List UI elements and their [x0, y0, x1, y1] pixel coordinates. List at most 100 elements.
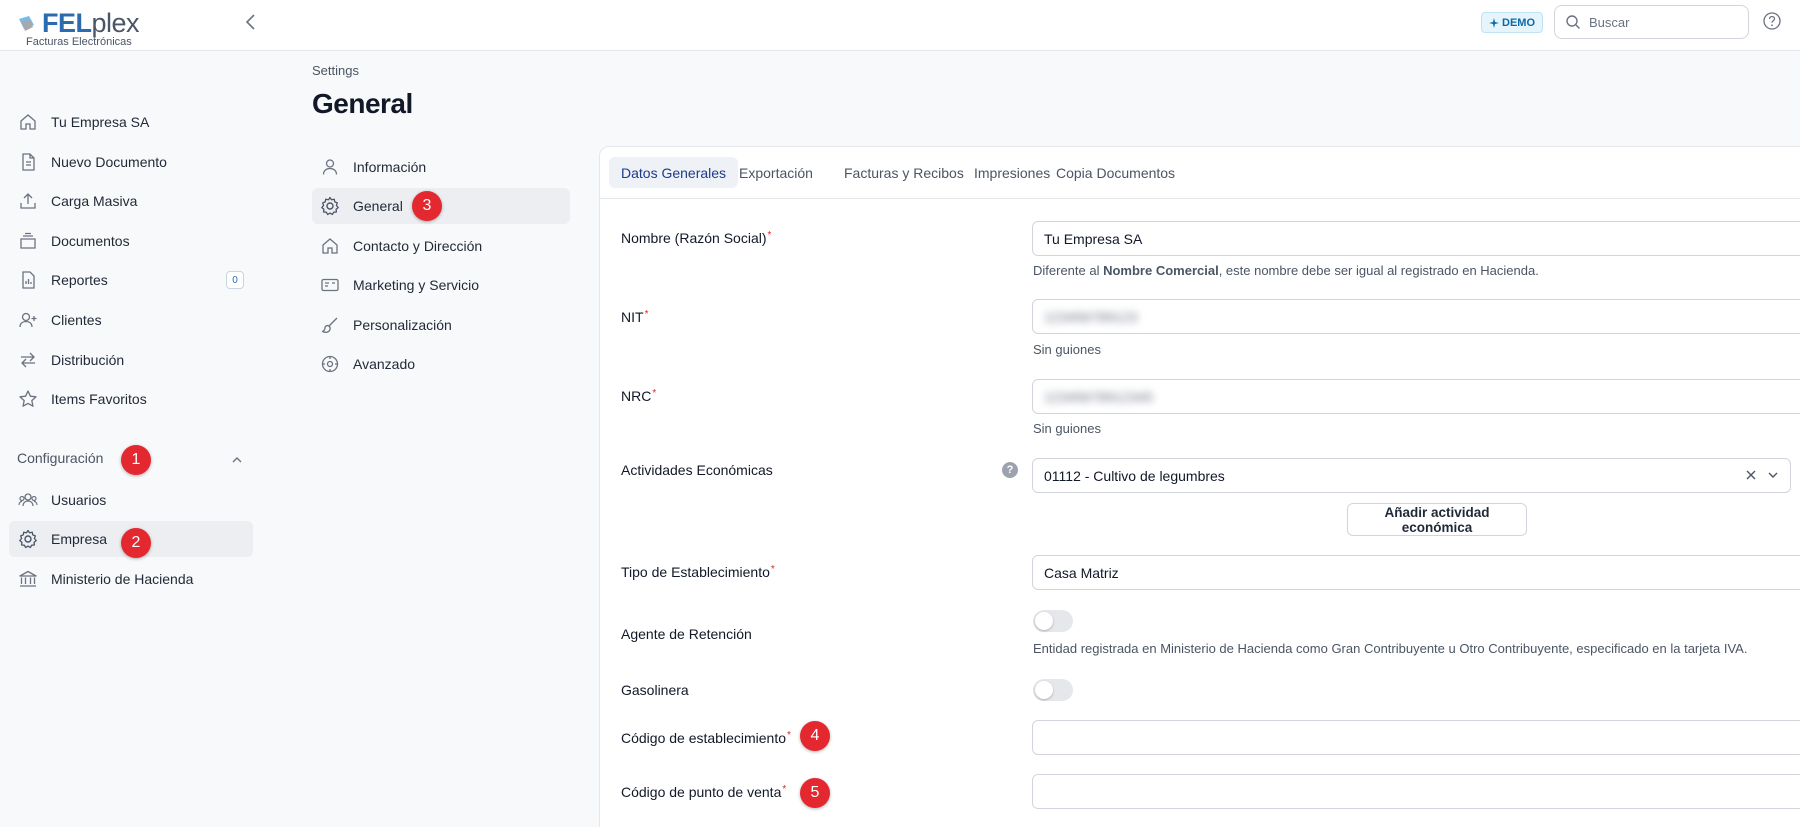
step-marker: 4 [800, 721, 830, 751]
settings-item-label: Personalización [353, 317, 452, 333]
logo-brand: FELplex [42, 8, 140, 38]
gasolinera-label: Gasolinera [621, 682, 689, 698]
breadcrumb[interactable]: Settings [312, 63, 359, 78]
nombre-label: Nombre (Razón Social)* [621, 230, 772, 246]
sidebar-item-label: Ministerio de Hacienda [51, 571, 194, 587]
gear-icon [321, 196, 339, 216]
settings-item-contacto[interactable]: Contacto y Dirección [312, 228, 570, 264]
chevron-down-icon[interactable] [1764, 466, 1782, 484]
sidebar-item-label: Carga Masiva [51, 193, 138, 209]
upload-icon [20, 193, 36, 209]
step-marker: 5 [800, 778, 830, 808]
settings-item-marketing[interactable]: Marketing y Servicio [312, 267, 570, 303]
app-root: FELplex Facturas Electrónicas Tu Empresa… [0, 0, 1800, 827]
search-box[interactable] [1554, 5, 1749, 39]
actividades-label: Actividades Económicas [621, 462, 773, 478]
sidebar-item-label: Nuevo Documento [51, 154, 167, 170]
actividades-select[interactable]: 01112 - Cultivo de legumbres [1032, 458, 1791, 493]
brush-icon [321, 317, 338, 333]
codigo-punto-venta-label: Código de punto de venta* [621, 784, 787, 800]
sidebar-item-distribucion[interactable]: Distribución [9, 342, 253, 378]
stack-icon [20, 232, 36, 249]
nombre-hint: Diferente al Nombre Comercial, este nomb… [1033, 263, 1539, 278]
sidebar-item-label: Empresa [51, 531, 108, 547]
tab-exportacion[interactable]: Exportación [727, 157, 825, 188]
settings-item-label: General [353, 198, 403, 214]
tab-copia-documentos[interactable]: Copia Documentos [1044, 157, 1187, 188]
codigo-establecimiento-field[interactable] [1032, 720, 1800, 755]
sidebar-item-items-favoritos[interactable]: Items Favoritos [9, 381, 253, 417]
tipo-label: Tipo de Establecimiento* [621, 564, 775, 580]
sidebar-item-label: Distribución [51, 352, 125, 368]
report-icon [22, 271, 35, 289]
codigo-establecimiento-label: Código de establecimiento* [621, 730, 791, 746]
sidebar-item-label: Reportes [51, 272, 108, 288]
sparkle-icon [1489, 17, 1499, 28]
sidebar-item-nuevo-documento[interactable]: Nuevo Documento [9, 144, 253, 180]
sidebar-item-documentos[interactable]: Documentos [9, 223, 253, 259]
config-section-title[interactable]: Configuración [17, 450, 103, 466]
help-circle-icon[interactable]: ? [1002, 462, 1018, 478]
sidebar-item-tu-empresa[interactable]: Tu Empresa SA [9, 104, 253, 140]
tab-datos-generales[interactable]: Datos Generales [609, 157, 739, 188]
settings-item-label: Marketing y Servicio [353, 277, 480, 293]
tipo-field[interactable]: Casa Matriz [1032, 555, 1800, 590]
logo: FELplex Facturas Electrónicas [16, 8, 216, 52]
search-icon [1566, 15, 1580, 29]
gasolinera-toggle[interactable] [1033, 679, 1073, 701]
agente-hint: Entidad registrada en Ministerio de Haci… [1033, 641, 1748, 656]
help-icon[interactable] [1762, 11, 1782, 31]
nrc-label: NRC* [621, 388, 657, 404]
settings-item-personalizacion[interactable]: Personalización [312, 307, 570, 343]
settings-item-avanzado[interactable]: Avanzado [312, 346, 570, 382]
sidebar-item-label: Usuarios [51, 492, 107, 508]
tab-bar: Datos Generales Exportación Facturas y R… [600, 147, 1800, 199]
sidebar-item-label: Clientes [51, 312, 102, 328]
home-icon [322, 238, 338, 254]
gear-icon [19, 529, 37, 549]
nit-field[interactable]: 123456789123 [1032, 299, 1800, 334]
sidebar-item-ministerio-hacienda[interactable]: Ministerio de Hacienda [9, 561, 253, 597]
nrc-hint: Sin guiones [1033, 421, 1101, 436]
settings-item-informacion[interactable]: Información [312, 149, 570, 185]
chevron-up-icon[interactable] [229, 452, 245, 468]
star-icon [19, 390, 37, 407]
sidebar-item-label: Documentos [51, 233, 130, 249]
collapse-sidebar-button[interactable] [240, 11, 262, 33]
add-user-icon [19, 312, 37, 328]
home-icon [20, 114, 36, 130]
bank-icon [19, 570, 37, 587]
step-marker: 2 [121, 528, 151, 558]
step-marker: 1 [121, 445, 151, 475]
agente-label: Agente de Retención [621, 626, 752, 642]
nombre-field[interactable]: Tu Empresa SA [1032, 221, 1800, 256]
codigo-punto-venta-field[interactable] [1032, 774, 1800, 809]
sidebar-item-usuarios[interactable]: Usuarios [9, 482, 253, 518]
logo-mark-icon [19, 16, 34, 31]
clear-icon[interactable] [1742, 466, 1760, 484]
dial-icon [321, 355, 339, 373]
count-badge: 0 [226, 271, 244, 289]
nrc-field[interactable]: 12345678912345 [1032, 379, 1800, 414]
sidebar-item-clientes[interactable]: Clientes [9, 302, 253, 338]
search-input[interactable] [1589, 14, 1729, 30]
agente-toggle[interactable] [1033, 610, 1073, 632]
tab-facturas-recibos[interactable]: Facturas y Recibos [832, 157, 976, 188]
demo-badge: DEMO [1481, 12, 1543, 33]
nit-label: NIT* [621, 309, 649, 325]
settings-item-label: Avanzado [353, 356, 416, 372]
add-actividad-button[interactable]: Añadir actividad económica [1347, 503, 1527, 536]
settings-item-label: Contacto y Dirección [353, 238, 483, 254]
users-icon [18, 493, 38, 507]
page-title: General [312, 88, 413, 119]
sidebar-item-reportes[interactable]: Reportes 0 [9, 262, 253, 298]
settings-item-label: Información [353, 159, 427, 175]
sidebar-item-carga-masiva[interactable]: Carga Masiva [9, 183, 253, 219]
document-icon [22, 153, 35, 171]
sidebar-item-label: Items Favoritos [51, 391, 147, 407]
user-icon [322, 159, 338, 175]
card-icon [321, 278, 339, 292]
logo-tagline: Facturas Electrónicas [26, 36, 132, 48]
nit-hint: Sin guiones [1033, 342, 1101, 357]
step-marker: 3 [412, 191, 442, 221]
